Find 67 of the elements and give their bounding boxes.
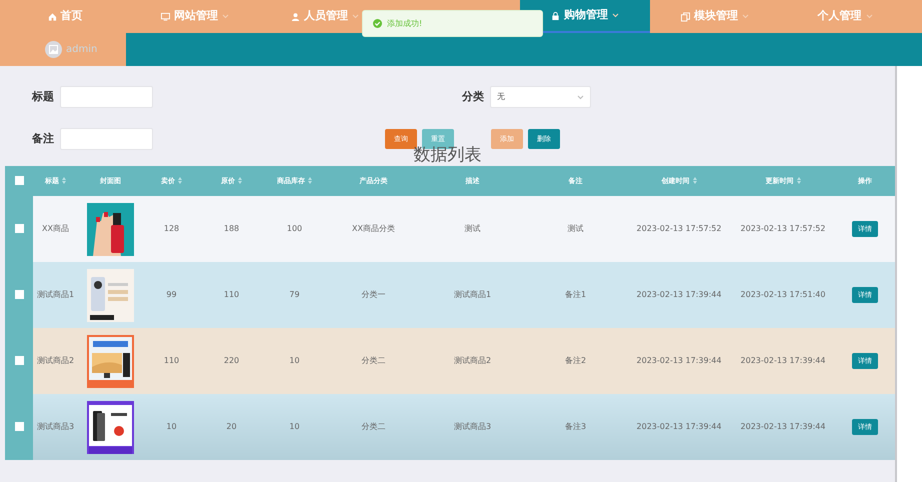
table-cell: 备注1: [564, 290, 586, 299]
text-field[interactable]: [60, 86, 153, 108]
toast-message: 添加成功!: [387, 18, 422, 30]
table-cell: 110: [164, 356, 180, 365]
row-checkbox[interactable]: [14, 422, 24, 432]
table-cell: 测试: [464, 224, 480, 233]
table-cell: 10: [289, 356, 300, 365]
sort-icon[interactable]: [692, 176, 696, 185]
nav-tab[interactable]: 个人管理: [780, 0, 910, 33]
sort-icon[interactable]: [178, 176, 182, 185]
avatar-icon: [45, 41, 62, 58]
sort-icon[interactable]: [796, 176, 800, 185]
table-cell: 测试商品2: [454, 356, 492, 365]
table-cell: XX商品分类: [352, 224, 395, 233]
table-cell: 99: [166, 290, 177, 299]
chevron-icon: [577, 94, 584, 100]
category-select[interactable]: 无: [490, 86, 591, 108]
table-cell: 188: [224, 224, 240, 233]
text-field[interactable]: [60, 128, 153, 150]
lock-icon: [551, 10, 560, 20]
table-cell: 2023-02-13 17:57:52: [636, 224, 722, 233]
table-cell: XX商品: [42, 224, 69, 233]
table-cell: 测试商品3: [454, 422, 492, 431]
table-cell: 2023-02-13 17:39:44: [636, 290, 722, 299]
table-cell: 2023-02-13 17:57:52: [740, 224, 826, 233]
sort-icon[interactable]: [238, 176, 242, 185]
sort-icon[interactable]: [308, 176, 312, 185]
check-icon: [373, 19, 382, 28]
table-cell: 测试: [568, 224, 584, 233]
table-cell: 备注2: [564, 356, 586, 365]
table-cell: 测试商品2: [36, 356, 74, 365]
table-cell: 分类二: [362, 356, 386, 365]
table-cell: 10: [289, 422, 300, 431]
monitor-icon: [161, 12, 170, 22]
sort-icon[interactable]: [62, 176, 66, 185]
table-cell: 10: [166, 422, 177, 431]
home-icon: [48, 12, 56, 22]
table-cell: 备注3: [564, 422, 586, 431]
table-cell: 2023-02-13 17:39:44: [636, 356, 722, 365]
nav-tab[interactable]: 首页: [0, 0, 130, 33]
table-cell: 128: [164, 224, 180, 233]
username[interactable]: admin: [66, 42, 98, 57]
table-cell: 分类二: [362, 422, 386, 431]
table-cell: 测试商品3: [36, 422, 74, 431]
field-label: 备注: [31, 130, 55, 147]
table-cell: 2023-02-13 17:51:40: [740, 290, 826, 299]
table-cell: 220: [224, 356, 240, 365]
table-cell: 110: [224, 290, 240, 299]
row-checkbox[interactable]: [14, 356, 24, 366]
table-cell: 2023-02-13 17:39:44: [740, 356, 826, 365]
field-label: 分类: [461, 88, 485, 105]
copy-icon: [681, 12, 690, 22]
table-cell: 2023-02-13 17:39:44: [740, 422, 826, 431]
select-all-checkbox[interactable]: [14, 176, 24, 186]
table-cell: 20: [226, 422, 237, 431]
nav-tab[interactable]: 模块管理: [650, 0, 780, 33]
nav-tab[interactable]: 网站管理: [130, 0, 260, 33]
row-checkbox[interactable]: [14, 290, 24, 300]
table-cell: 测试商品1: [454, 290, 492, 299]
table-cell: 2023-02-13 17:39:44: [636, 422, 722, 431]
row-checkbox[interactable]: [14, 224, 24, 234]
table-cell: 分类一: [362, 290, 386, 299]
table-cell: 测试商品1: [36, 290, 74, 299]
person-icon: [291, 12, 300, 22]
table-cell: 79: [289, 290, 300, 299]
field-label: 标题: [30, 88, 55, 105]
table-cell: 100: [286, 224, 302, 233]
